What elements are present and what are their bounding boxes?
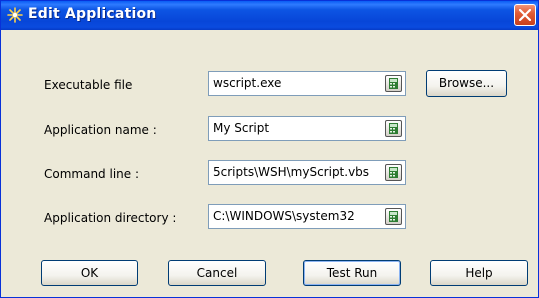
ok-button[interactable]: OK — [41, 260, 138, 286]
executable-file-value: wscript.exe — [213, 76, 282, 90]
application-name-value: My Script — [213, 121, 270, 135]
application-directory-input[interactable]: C:\WINDOWS\system32 — [208, 204, 406, 229]
browse-button[interactable]: Browse... — [426, 70, 507, 97]
browse-label: Browse... — [438, 76, 495, 90]
application-directory-label: Application directory : — [44, 211, 177, 225]
ok-label: OK — [80, 266, 99, 280]
application-name-input[interactable]: My Script — [208, 116, 406, 141]
application-directory-value: C:\WINDOWS\system32 — [213, 209, 355, 223]
close-button[interactable] — [514, 4, 536, 26]
title-bar[interactable]: Edit Application — [1, 1, 538, 30]
calculator-icon[interactable] — [385, 164, 402, 181]
cancel-button[interactable]: Cancel — [168, 260, 266, 286]
edit-application-dialog: Edit Application Executable file wscript… — [0, 0, 539, 298]
command-line-label: Command line : — [44, 167, 140, 181]
sparkle-app-icon — [7, 7, 23, 23]
executable-file-label: Executable file — [44, 78, 133, 92]
close-icon — [519, 9, 531, 21]
executable-file-input[interactable]: wscript.exe — [208, 71, 406, 96]
command-line-input[interactable]: 5cripts\WSH\myScript.vbs — [208, 160, 406, 185]
test-run-button[interactable]: Test Run — [303, 260, 401, 286]
command-line-value: 5cripts\WSH\myScript.vbs — [213, 165, 370, 179]
calculator-icon[interactable] — [385, 120, 402, 137]
calculator-icon[interactable] — [385, 75, 402, 92]
calculator-icon[interactable] — [385, 208, 402, 225]
cancel-label: Cancel — [196, 266, 238, 280]
application-name-label: Application name : — [44, 123, 157, 137]
help-label: Help — [465, 266, 493, 280]
window-title: Edit Application — [28, 6, 157, 22]
test-run-label: Test Run — [326, 266, 378, 280]
help-button[interactable]: Help — [430, 260, 528, 286]
